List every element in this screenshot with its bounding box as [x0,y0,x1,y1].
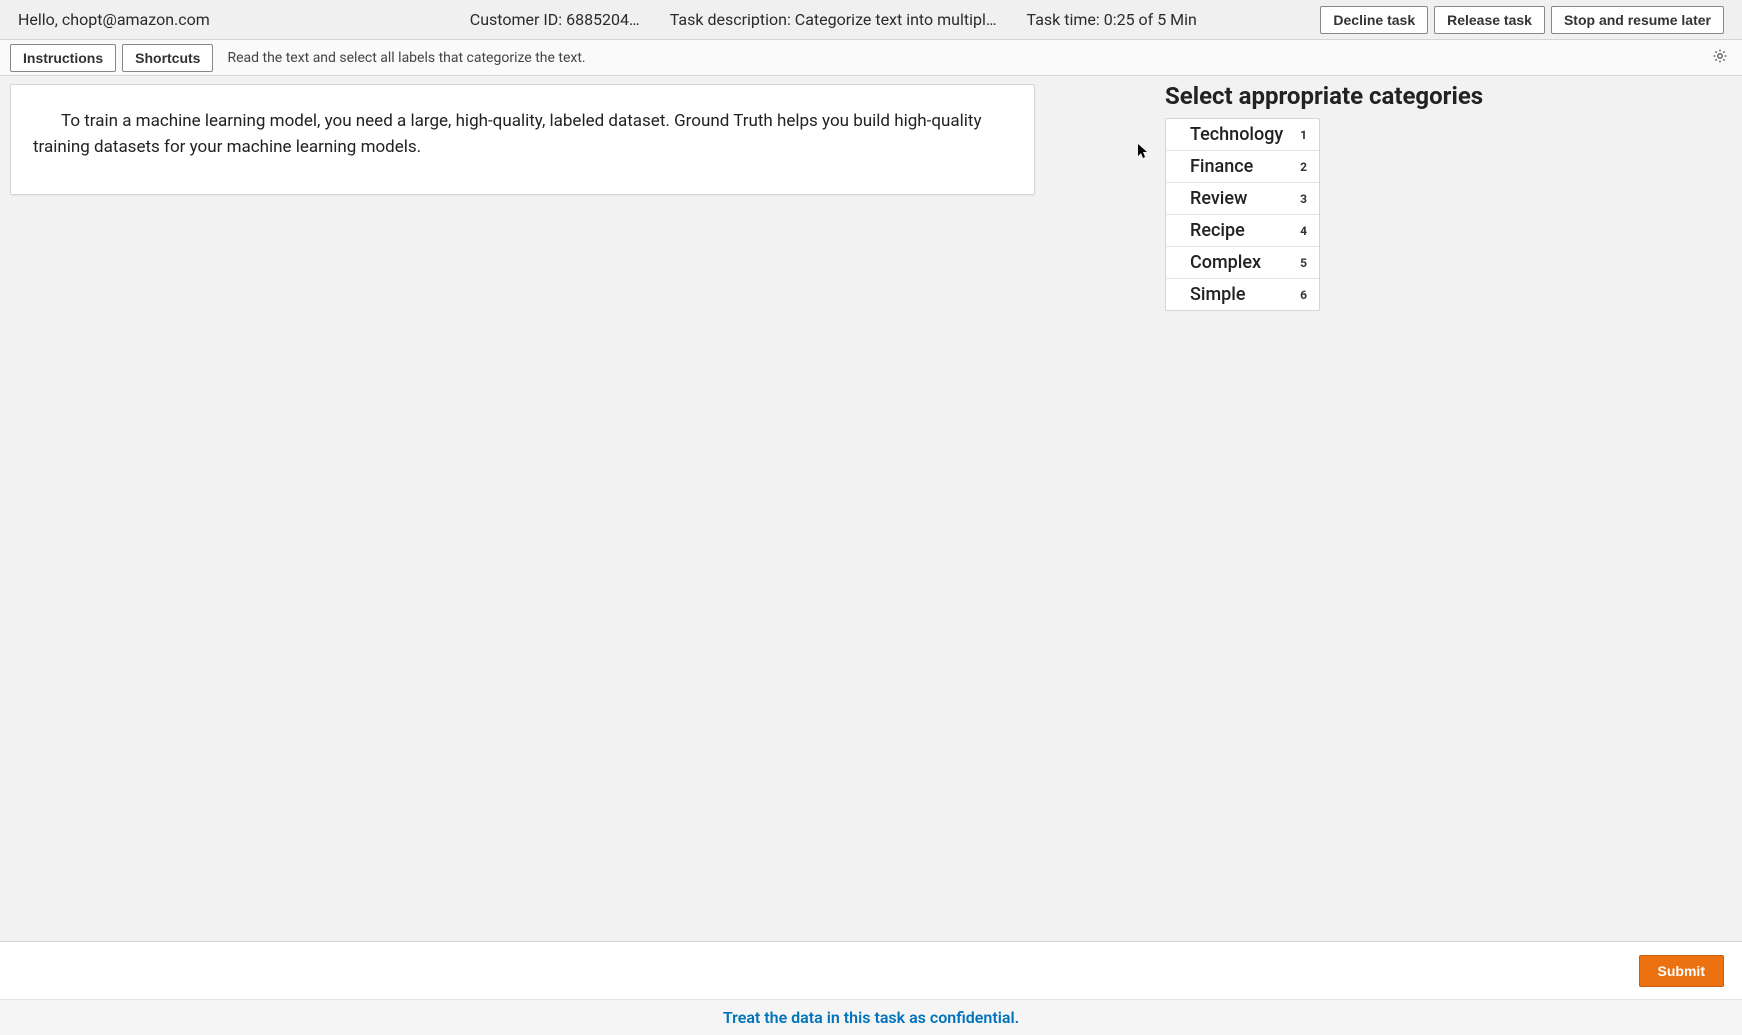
category-shortcut: 2 [1300,160,1307,174]
category-panel: Select appropriate categories Technology… [1165,82,1483,311]
category-shortcut: 6 [1300,288,1307,302]
category-list: Technology 1 Finance 2 Review 3 Recipe 4… [1165,118,1320,311]
toolbar: Instructions Shortcuts Read the text and… [0,40,1742,76]
category-item-finance[interactable]: Finance 2 [1166,151,1319,183]
category-item-technology[interactable]: Technology 1 [1166,119,1319,151]
category-shortcut: 1 [1300,128,1307,142]
main-area: To train a machine learning model, you n… [0,76,1742,941]
category-shortcut: 3 [1300,192,1307,206]
task-description-text: Task description: Categorize text into m… [670,10,997,29]
cursor-icon [1138,144,1150,164]
confidential-bar: Treat the data in this task as confident… [0,999,1742,1035]
gear-icon[interactable] [1712,48,1728,68]
category-label: Technology [1190,124,1283,145]
category-title: Select appropriate categories [1165,82,1483,110]
instructions-button[interactable]: Instructions [10,44,116,72]
category-item-review[interactable]: Review 3 [1166,183,1319,215]
task-time-text: Task time: 0:25 of 5 Min [1027,10,1197,29]
category-label: Complex [1190,252,1261,273]
category-label: Simple [1190,284,1246,305]
text-panel: To train a machine learning model, you n… [10,84,1035,195]
release-task-button[interactable]: Release task [1434,6,1545,34]
category-label: Recipe [1190,220,1245,241]
category-label: Review [1190,188,1247,209]
category-item-complex[interactable]: Complex 5 [1166,247,1319,279]
confidential-text: Treat the data in this task as confident… [723,1008,1019,1027]
stop-resume-button[interactable]: Stop and resume later [1551,6,1724,34]
customer-id-text: Customer ID: 6885204… [470,10,640,29]
shortcuts-button[interactable]: Shortcuts [122,44,213,72]
top-bar: Hello, chopt@amazon.com Customer ID: 688… [0,0,1742,40]
greeting-text: Hello, chopt@amazon.com [18,10,210,29]
category-shortcut: 5 [1300,256,1307,270]
toolbar-hint: Read the text and select all labels that… [227,50,585,66]
decline-task-button[interactable]: Decline task [1320,6,1428,34]
category-label: Finance [1190,156,1253,177]
bottom-bar: Submit [0,941,1742,999]
category-shortcut: 4 [1300,224,1307,238]
category-item-recipe[interactable]: Recipe 4 [1166,215,1319,247]
submit-button[interactable]: Submit [1639,955,1724,987]
category-item-simple[interactable]: Simple 6 [1166,279,1319,310]
content-text: To train a machine learning model, you n… [33,109,1012,160]
